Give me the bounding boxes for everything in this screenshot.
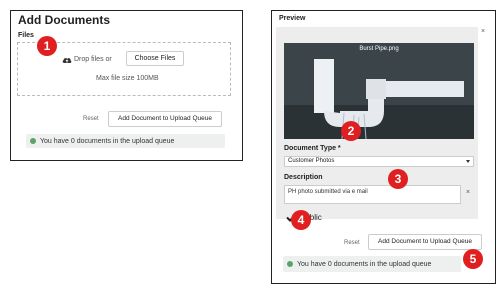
preview-title: Preview xyxy=(279,15,306,22)
reset-button[interactable]: Reset xyxy=(83,116,99,122)
drop-files-text: Drop files or xyxy=(74,56,112,63)
step-badge-4: 4 xyxy=(291,210,311,230)
choose-files-button[interactable]: Choose Files xyxy=(126,51,184,66)
upload-queue-notice: You have 0 documents in the upload queue xyxy=(26,134,225,148)
step-badge-1: 1 xyxy=(37,36,57,56)
preview-image: Burst Pipe.png xyxy=(284,43,474,139)
reset-button[interactable]: Reset xyxy=(344,240,360,246)
info-icon xyxy=(287,261,293,267)
max-file-size-text: Max file size 100MB xyxy=(96,75,159,82)
document-type-value: Customer Photos xyxy=(288,158,335,164)
clear-description-icon[interactable]: × xyxy=(466,189,470,196)
preview-card: × Burst Pipe.png Document Type * Custome… xyxy=(276,27,485,222)
step-badge-3: 3 xyxy=(388,169,408,189)
add-documents-panel: Add Documents Files Drop files or Choose… xyxy=(10,10,243,161)
image-filename: Burst Pipe.png xyxy=(359,46,399,52)
panel-title: Add Documents xyxy=(18,13,111,27)
queue-notice-text: You have 0 documents in the upload queue xyxy=(297,260,432,268)
step-badge-5: 5 xyxy=(463,249,483,269)
step-badge-2: 2 xyxy=(341,121,361,141)
preview-panel: Preview × Burst Pipe.png Document Type *… xyxy=(271,10,496,284)
files-label: Files xyxy=(18,32,34,39)
info-icon xyxy=(30,138,36,144)
add-to-queue-button[interactable]: Add Document to Upload Queue xyxy=(108,111,222,127)
queue-notice-text: You have 0 documents in the upload queue xyxy=(40,137,175,145)
document-type-label: Document Type * xyxy=(284,145,341,152)
cloud-upload-icon xyxy=(62,58,72,63)
add-to-queue-button[interactable]: Add Document to Upload Queue xyxy=(368,234,482,250)
document-type-select[interactable]: Customer Photos xyxy=(284,156,474,167)
chevron-down-icon xyxy=(466,160,470,163)
burst-pipe-image xyxy=(284,43,474,139)
upload-queue-notice: You have 0 documents in the upload queue xyxy=(283,256,461,272)
description-label: Description xyxy=(284,174,323,181)
close-preview-icon[interactable]: × xyxy=(481,28,485,35)
description-field[interactable]: PH photo submitted via e mail xyxy=(284,185,461,204)
